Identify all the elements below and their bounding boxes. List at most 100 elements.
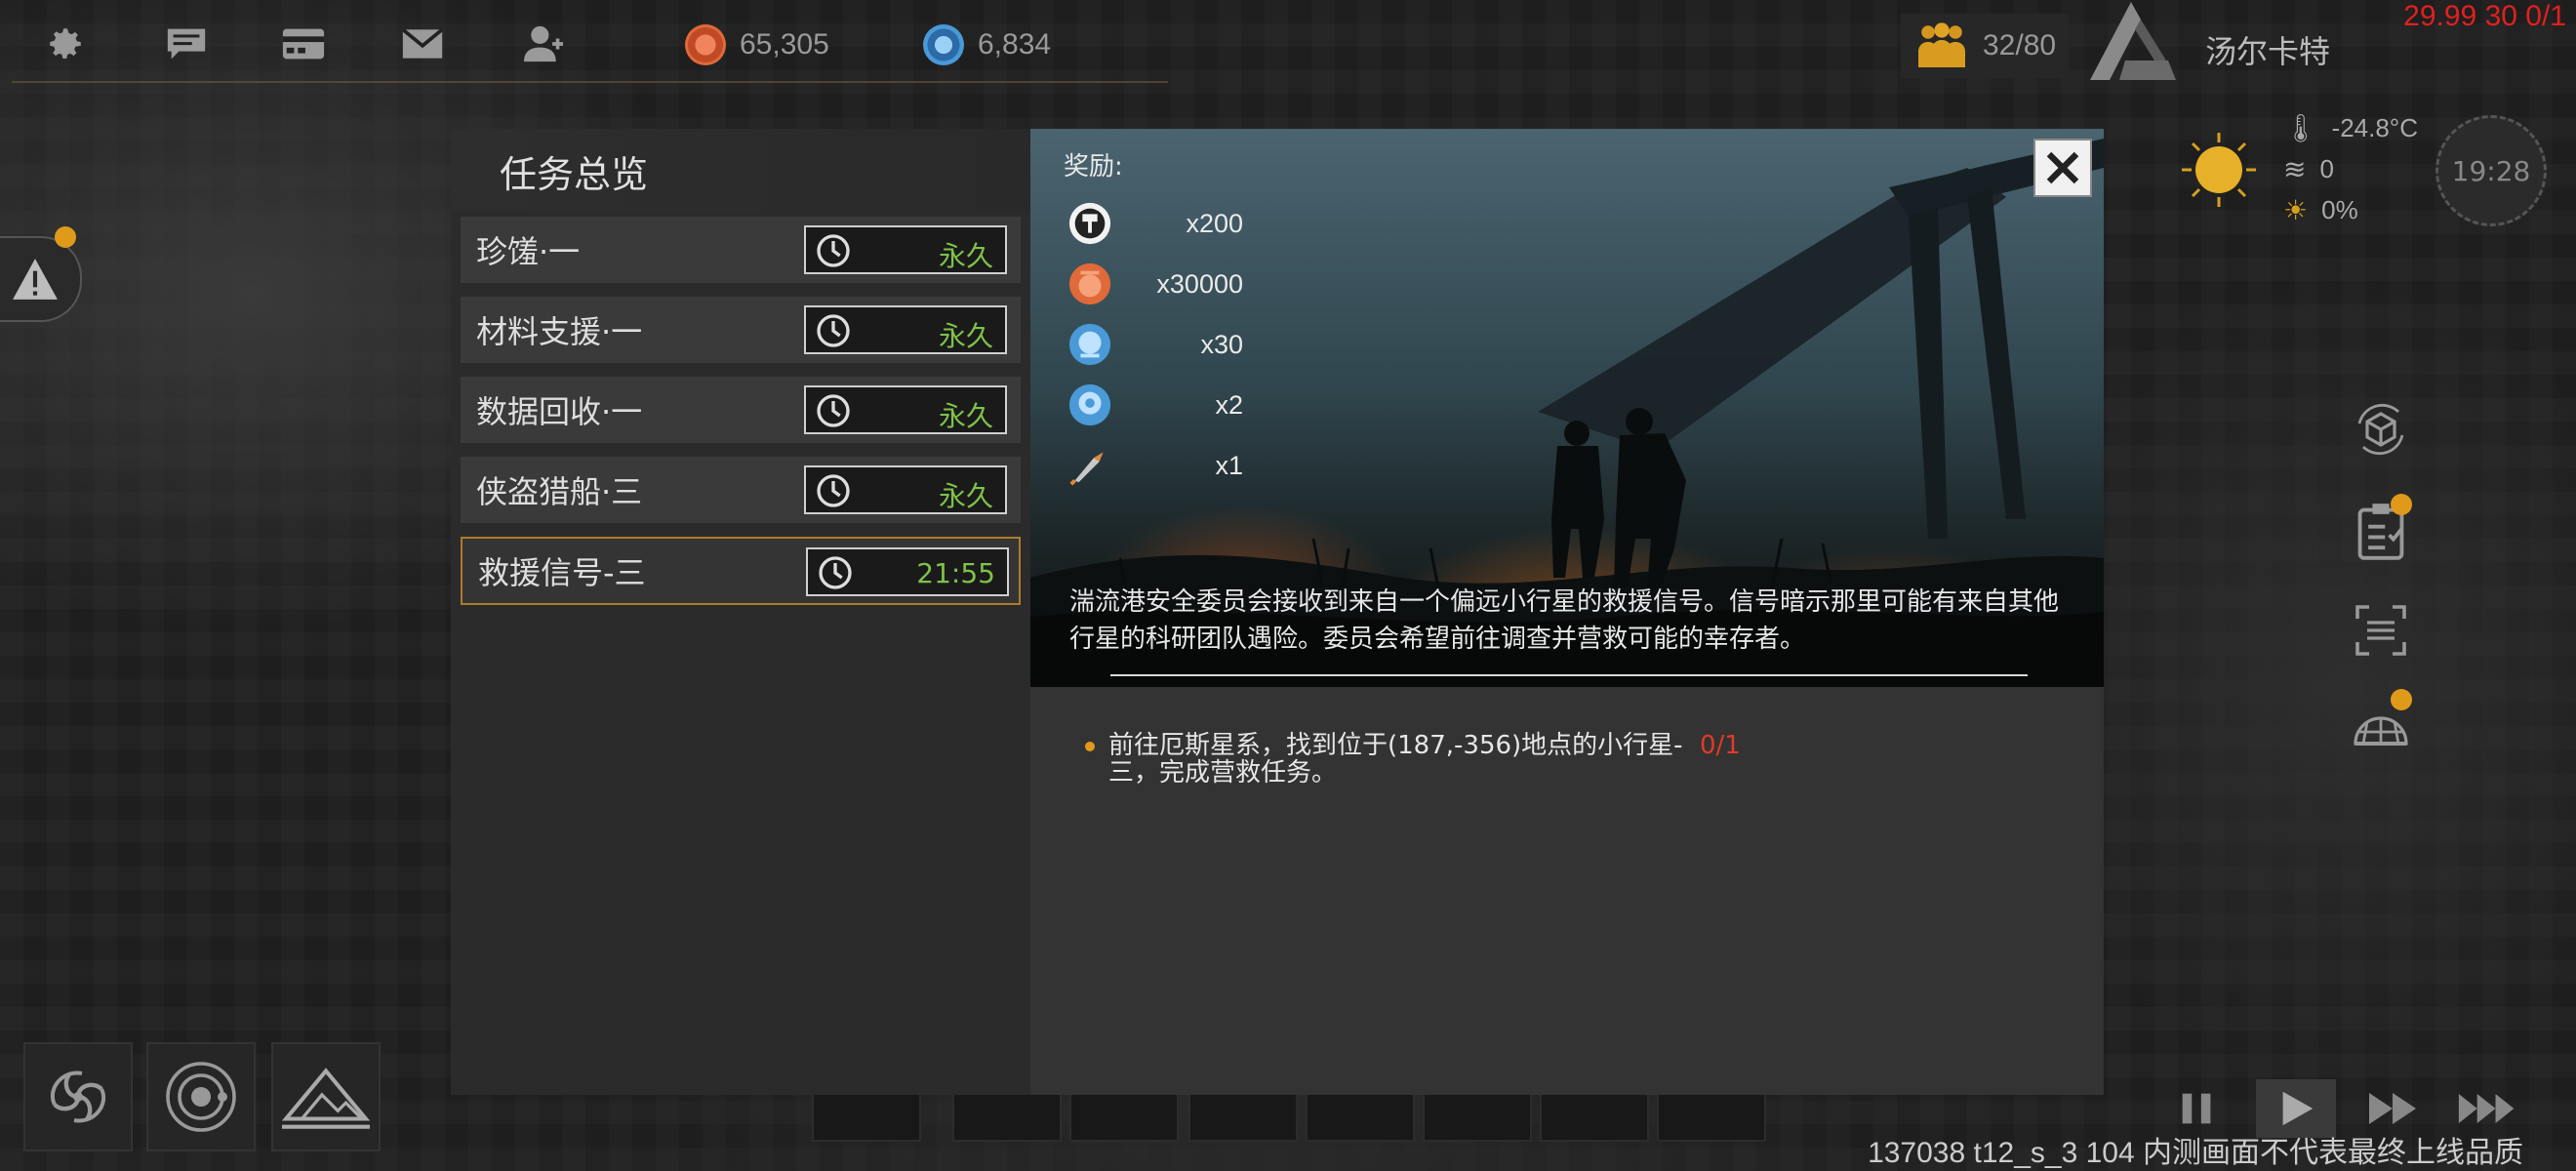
objective-bullet bbox=[1085, 742, 1095, 751]
top-bar-divider bbox=[12, 81, 1168, 83]
task-list-title: 任务总览 bbox=[500, 153, 649, 196]
clock-icon bbox=[817, 234, 850, 267]
red-crystal-resource-icon bbox=[685, 24, 726, 65]
people-icon bbox=[1918, 22, 1965, 67]
reward-quantity: x30 bbox=[1200, 330, 1243, 359]
close-button[interactable] bbox=[2033, 139, 2092, 197]
task-item[interactable]: 侠盗猎船·三 永久 bbox=[461, 457, 1021, 523]
task-overview-dialog: 任务总览 珍馐·一 永久 材料支援·一 永久 数据回收·一 永久 侠盗猎船·三 bbox=[451, 129, 2104, 1095]
task-item[interactable]: 材料支援·一 永久 bbox=[461, 297, 1021, 363]
planet-system-button[interactable] bbox=[146, 1042, 256, 1151]
base-button[interactable] bbox=[271, 1042, 381, 1151]
chat-icon[interactable] bbox=[164, 21, 209, 66]
task-name: 材料支援·一 bbox=[476, 313, 643, 350]
blue-gem-resource-icon bbox=[923, 24, 964, 65]
reward-item[interactable]: x30000 bbox=[1067, 260, 1243, 308]
task-timer-value: 永久 bbox=[938, 400, 993, 432]
task-detail-panel: 奖励: x200 x30000 x30 x2 x1 湍流港安全委员会接收到来自一… bbox=[1030, 129, 2104, 1095]
population-value: 32/80 bbox=[1983, 29, 2057, 61]
reward-quantity: x2 bbox=[1215, 390, 1243, 420]
task-timer: 永久 bbox=[804, 385, 1007, 434]
rotate-cube-button[interactable] bbox=[2352, 400, 2410, 459]
task-item[interactable]: 数据回收·一 永久 bbox=[461, 377, 1021, 443]
task-timer: 永久 bbox=[804, 305, 1007, 354]
mission-banner-image: 奖励: x200 x30000 x30 x2 x1 湍流港安全委员会接收到来自一… bbox=[1030, 129, 2104, 687]
contacts-icon[interactable] bbox=[521, 21, 566, 66]
task-timer: 永久 bbox=[804, 225, 1007, 274]
notification-dot bbox=[2391, 494, 2412, 515]
blue-token-icon bbox=[1068, 384, 1111, 426]
wind-value: 0 bbox=[2319, 153, 2334, 183]
galaxy-icon bbox=[51, 1070, 105, 1123]
task-name: 侠盗猎船·三 bbox=[476, 473, 643, 510]
resource-counter-blue: 6,834 bbox=[923, 23, 1051, 66]
reward-item[interactable]: x1 bbox=[1067, 441, 1243, 490]
scan-button[interactable] bbox=[2352, 601, 2410, 660]
rocket-item-icon bbox=[1069, 452, 1104, 486]
objective-text: 前往厄斯星系，找到位于(187,-356)地点的小行星-三，完成营救任务。 bbox=[1108, 731, 1683, 787]
weather-panel: 🌡 -24.8°C ≋ 0 ☀ 0% bbox=[2283, 107, 2418, 230]
mountain-base-icon bbox=[282, 1068, 370, 1129]
gear-icon[interactable] bbox=[43, 21, 88, 66]
blue-gem-resource-icon bbox=[1068, 323, 1111, 366]
task-timer: 永久 bbox=[804, 465, 1007, 514]
cube-rotate-icon bbox=[2357, 403, 2404, 456]
orbit-icon bbox=[166, 1062, 236, 1132]
task-name: 数据回收·一 bbox=[476, 393, 643, 430]
clock-time: 19:28 bbox=[2451, 154, 2531, 187]
badge-icon bbox=[1068, 202, 1111, 245]
resource-value: 65,305 bbox=[740, 28, 829, 61]
top-bar: 65,305 6,834 bbox=[0, 0, 1171, 86]
mail-icon[interactable] bbox=[400, 21, 445, 66]
thermometer-icon: 🌡 bbox=[2283, 112, 2318, 143]
mission-description: 湍流港安全委员会接收到来自一个偏远小行星的救援信号。信号暗示那里可能有来自其他行… bbox=[1069, 587, 2060, 654]
triple-forward-icon bbox=[2458, 1093, 2515, 1124]
sun-icon bbox=[2182, 133, 2256, 207]
notification-dot bbox=[55, 226, 76, 248]
temperature-value: -24.8°C bbox=[2331, 112, 2418, 142]
task-timer-value: 21:55 bbox=[916, 557, 995, 589]
clock-icon bbox=[819, 556, 852, 589]
task-timer-value: 永久 bbox=[938, 480, 993, 512]
player-name: 汤尔卡特 bbox=[2205, 33, 2331, 70]
reward-item[interactable]: x2 bbox=[1067, 381, 1243, 429]
task-timer: 21:55 bbox=[806, 547, 1009, 596]
card-icon[interactable] bbox=[281, 21, 326, 66]
resource-counter-red: 65,305 bbox=[685, 23, 829, 66]
play-icon bbox=[2282, 1091, 2314, 1126]
clock-icon bbox=[817, 314, 850, 347]
pause-icon bbox=[2182, 1093, 2211, 1124]
clock-icon bbox=[817, 394, 850, 427]
galaxy-button[interactable] bbox=[23, 1042, 133, 1151]
sunlight-value: 0% bbox=[2321, 194, 2358, 224]
reward-quantity: x1 bbox=[1215, 451, 1243, 480]
task-timer-value: 永久 bbox=[938, 240, 993, 272]
build-info: 137038 t12_s_3 104 内测画面不代表最终上线品质 bbox=[1868, 1137, 2523, 1169]
task-item-selected[interactable]: 救援信号-三 21:55 bbox=[461, 537, 1021, 605]
reward-quantity: x30000 bbox=[1156, 269, 1243, 299]
task-name: 救援信号-三 bbox=[478, 554, 646, 591]
warning-icon bbox=[13, 259, 58, 300]
task-timer-value: 永久 bbox=[938, 320, 993, 352]
task-item[interactable]: 珍馐·一 永久 bbox=[461, 217, 1021, 283]
game-clock[interactable]: 19:28 bbox=[2435, 115, 2547, 226]
red-crystal-resource-icon bbox=[1068, 262, 1111, 305]
objective-progress: 0/1 bbox=[1700, 731, 1741, 760]
task-name: 珍馐·一 bbox=[476, 233, 581, 270]
population-counter[interactable]: 32/80 bbox=[1901, 14, 2069, 78]
reward-item[interactable]: x200 bbox=[1067, 199, 1243, 248]
debug-fps: 29.99 30 0/1 bbox=[2403, 0, 2566, 32]
faction-logo-icon bbox=[2090, 2, 2176, 80]
task-list-panel: 任务总览 珍馐·一 永久 材料支援·一 永久 数据回收·一 永久 侠盗猎船·三 bbox=[451, 129, 1030, 1095]
resource-value: 6,834 bbox=[978, 28, 1052, 61]
fast-forward-icon bbox=[2369, 1093, 2416, 1124]
rewards-label: 奖励: bbox=[1064, 152, 1123, 182]
scan-icon bbox=[2355, 605, 2406, 656]
close-icon bbox=[2046, 151, 2079, 184]
description-divider bbox=[1110, 674, 2028, 676]
sunlight-icon: ☀ bbox=[2283, 194, 2309, 225]
wind-icon: ≋ bbox=[2283, 153, 2307, 184]
notification-dot bbox=[2391, 689, 2412, 710]
reward-item[interactable]: x30 bbox=[1067, 320, 1243, 369]
alert-button[interactable] bbox=[0, 236, 82, 322]
